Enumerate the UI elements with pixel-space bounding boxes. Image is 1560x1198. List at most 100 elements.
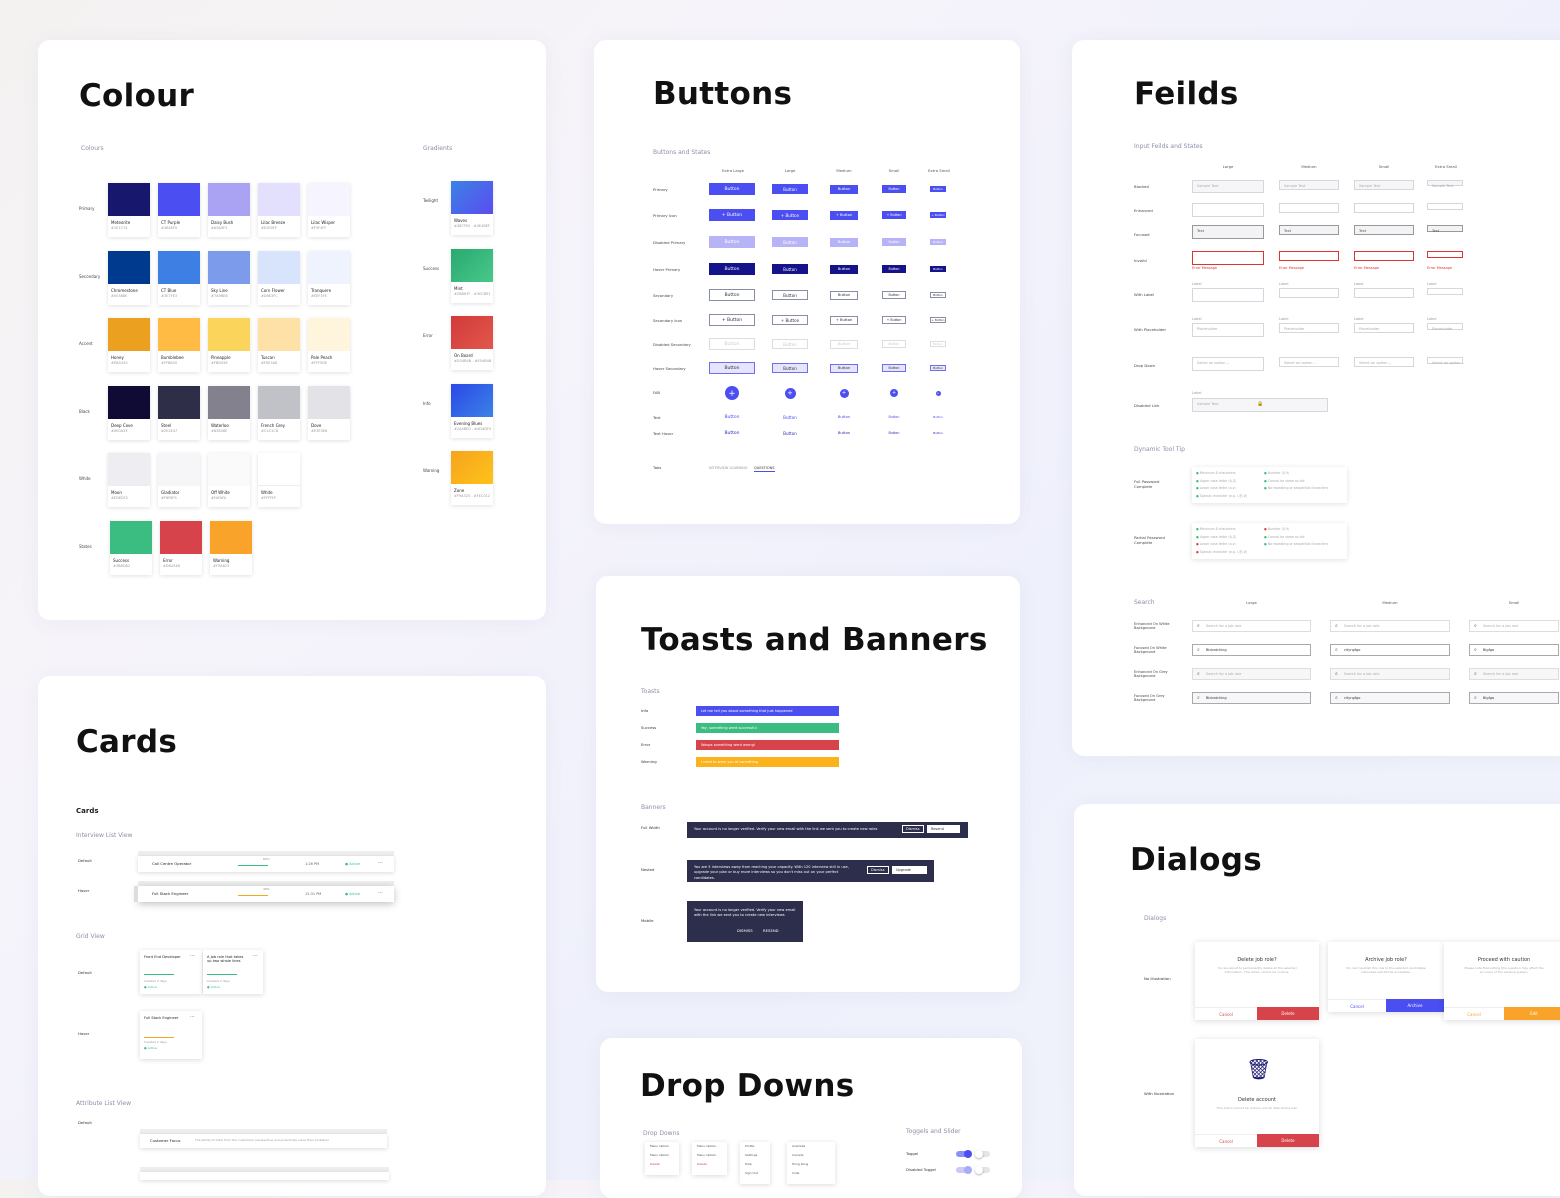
tab-questions[interactable]: QUESTIONS — [754, 466, 775, 473]
interview-list-card[interactable]: Call Centre Operator 60% 1:26 PM ● Active ⋯ — [138, 856, 394, 872]
banner-dismiss-button[interactable]: Dismiss — [867, 866, 889, 874]
grid-card[interactable]: Full Stack Engineer ⋯ Created 2 days ● Acti… — [140, 1011, 202, 1059]
field-enhanced[interactable] — [1279, 203, 1339, 213]
field-invalid[interactable] — [1279, 251, 1339, 261]
fab-button[interactable]: + — [725, 386, 739, 400]
button-disabled-secondary[interactable]: Button — [772, 339, 808, 349]
button-primary[interactable]: Button — [882, 185, 906, 193]
button-disabled-primary[interactable]: Button — [930, 239, 946, 245]
search-input[interactable]: Search for a job role ⌕ — [1330, 620, 1450, 632]
banner-dismiss-button[interactable]: DISMISS — [737, 928, 753, 934]
fab-button[interactable]: + — [935, 390, 941, 396]
fab-button[interactable]: + — [784, 387, 796, 399]
button-secondary[interactable]: Button — [830, 290, 858, 300]
button-disabled-secondary[interactable]: Button — [930, 341, 946, 347]
dialog-cancel-button[interactable]: Cancel — [1328, 999, 1386, 1012]
text-button[interactable]: Button — [709, 413, 755, 421]
menu-item[interactable]: Profile — [745, 1144, 754, 1149]
banner-upgrade-button[interactable]: Upgrade — [892, 866, 927, 874]
fab-button[interactable]: + — [839, 388, 849, 398]
field-focused[interactable]: Text — [1192, 225, 1264, 239]
grid-card[interactable]: Front End Developer ⋯ Created 2 days ● Acti… — [140, 950, 202, 994]
search-input[interactable]: Search for a job role ⌕ — [1192, 668, 1311, 680]
button-primary[interactable]: Button — [709, 183, 755, 195]
button-secondary-icon[interactable]: + Button — [772, 315, 808, 325]
button-primary-icon[interactable]: + Button — [830, 210, 858, 220]
field-with-label[interactable] — [1354, 288, 1414, 298]
button-secondary[interactable]: Button — [930, 292, 946, 298]
dialog-cancel-button[interactable]: Cancel — [1195, 1007, 1257, 1020]
field-with-placeholder[interactable]: Placeholder — [1192, 323, 1264, 337]
menu-item[interactable]: Menu Option — [697, 1144, 716, 1149]
more-icon[interactable]: ⋯ — [253, 953, 258, 959]
more-icon[interactable]: ⋯ — [378, 860, 383, 866]
menu-item[interactable]: Canada — [792, 1153, 803, 1158]
field-with-label[interactable] — [1427, 288, 1463, 295]
button-secondary-icon[interactable]: + Button — [830, 315, 858, 325]
button-secondary-icon[interactable]: + Button — [930, 317, 946, 323]
text-button[interactable]: Button — [882, 429, 906, 437]
field-invalid[interactable] — [1192, 251, 1264, 265]
text-button[interactable]: Button — [830, 429, 858, 437]
search-input[interactable]: cityngfgo ⌕ — [1330, 644, 1450, 656]
more-icon[interactable]: ⋯ — [190, 953, 195, 959]
button-primary[interactable]: Button — [772, 184, 808, 194]
menu-item[interactable]: India — [792, 1171, 799, 1176]
text-button[interactable]: Button — [830, 413, 858, 421]
banner-resend-button[interactable]: Resend — [927, 825, 960, 833]
button-primary-icon[interactable]: + Button — [709, 209, 755, 221]
field-with-label[interactable] — [1192, 288, 1264, 302]
text-button[interactable]: Button — [882, 413, 906, 421]
button-disabled-secondary[interactable]: Button — [882, 340, 906, 348]
button-secondary[interactable]: Button — [882, 291, 906, 299]
button-hover-primary[interactable]: Button — [930, 266, 946, 272]
field-focused[interactable]: Text — [1279, 225, 1339, 235]
text-button[interactable]: Button — [930, 413, 946, 421]
search-input[interactable]: Bidcatching ⌕ — [1192, 692, 1311, 704]
menu-item[interactable]: Hong Kong — [792, 1162, 808, 1167]
menu-item[interactable]: Menu Option — [697, 1153, 716, 1158]
text-button[interactable]: Button — [709, 429, 755, 437]
menu-item[interactable]: Settings — [745, 1153, 757, 1158]
button-secondary[interactable]: Button — [772, 290, 808, 300]
field-enhanced[interactable] — [1354, 203, 1414, 213]
text-button[interactable]: Button — [772, 429, 808, 437]
search-input[interactable]: Bigfgo ⌕ — [1469, 644, 1559, 656]
fab-button[interactable]: + — [890, 389, 898, 397]
field-with-placeholder[interactable]: Placeholder — [1427, 323, 1463, 331]
field-with-placeholder[interactable]: Placeholder — [1354, 323, 1414, 333]
button-secondary[interactable]: Button — [709, 289, 755, 301]
button-disabled-primary[interactable]: Button — [772, 237, 808, 247]
interview-list-card[interactable]: Full Stack Engineer 40% 12:31 PM ● Active ⋯ — [138, 886, 394, 902]
button-hover-primary[interactable]: Button — [772, 264, 808, 274]
search-input[interactable]: Search for a job role ⌕ — [1330, 668, 1450, 680]
button-hover-secondary[interactable]: Button — [830, 363, 858, 373]
menu-item[interactable]: Help — [745, 1162, 752, 1167]
attribute-card[interactable] — [140, 1172, 389, 1180]
banner-resend-button[interactable]: RESEND — [763, 928, 779, 934]
search-input[interactable]: cityngfgo ⌕ — [1330, 692, 1450, 704]
button-disabled-secondary[interactable]: Button — [709, 338, 755, 350]
button-hover-secondary[interactable]: Button — [930, 365, 946, 371]
button-hover-primary[interactable]: Button — [830, 264, 858, 274]
field-enhanced[interactable] — [1192, 203, 1264, 217]
dialog-delete-button[interactable]: Delete — [1257, 1134, 1319, 1147]
grid-card[interactable]: A Job role that takes up two whole lines… — [203, 950, 263, 994]
text-button[interactable]: Button — [772, 413, 808, 421]
button-hover-primary[interactable]: Button — [709, 263, 755, 275]
field-dropdown[interactable]: Select an option ⌄ — [1279, 357, 1339, 367]
field-dropdown[interactable]: Select an option ⌄ — [1427, 357, 1465, 365]
button-disabled-primary[interactable]: Button — [830, 237, 858, 247]
menu-item[interactable]: Delete — [697, 1162, 707, 1167]
field-focused[interactable]: Text — [1427, 225, 1463, 233]
button-primary[interactable]: Button — [830, 184, 858, 194]
attribute-card[interactable]: Customer Focus The ability to think from … — [140, 1134, 387, 1148]
dialog-cancel-button[interactable]: Cancel — [1195, 1134, 1257, 1147]
field-with-placeholder[interactable]: Placeholder — [1279, 323, 1339, 333]
button-secondary-icon[interactable]: + Button — [882, 316, 906, 324]
text-button[interactable]: Button — [930, 429, 946, 437]
banner-dismiss-button[interactable]: Dismiss — [902, 825, 924, 833]
button-hover-secondary[interactable]: Button — [709, 362, 755, 374]
button-secondary-icon[interactable]: + Button — [709, 314, 755, 326]
button-hover-secondary[interactable]: Button — [772, 363, 808, 373]
